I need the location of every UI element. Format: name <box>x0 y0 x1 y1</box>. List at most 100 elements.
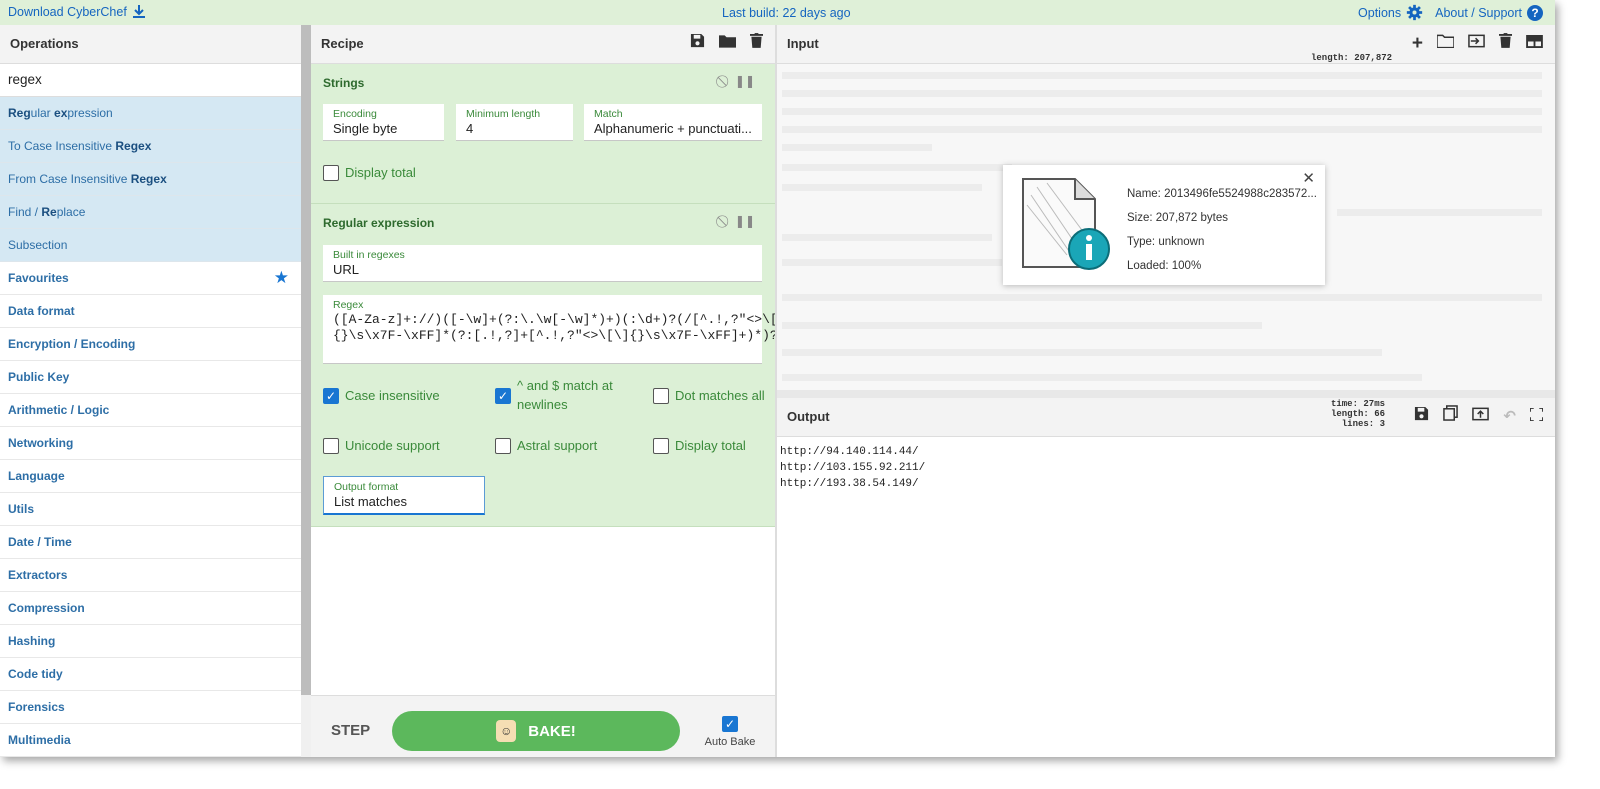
operation-result-item[interactable]: Find / Replace <box>0 196 301 229</box>
operation-category[interactable]: Encryption / Encoding <box>0 328 301 361</box>
multiline-checkbox[interactable]: ✓ ^ and $ match at newlines <box>495 376 625 414</box>
strings-display-total-checkbox[interactable]: Display total <box>323 163 416 182</box>
output-format-select[interactable]: Output format List matches <box>323 476 485 515</box>
clear-input-trash-icon[interactable] <box>1499 25 1512 63</box>
load-recipe-folder-icon[interactable] <box>719 25 736 63</box>
download-label: Download CyberChef <box>8 5 127 19</box>
category-label: Encryption / Encoding <box>8 337 136 351</box>
operation-result-item[interactable]: From Case Insensitive Regex <box>0 163 301 196</box>
bake-button[interactable]: ☺ BAKE! <box>392 711 680 751</box>
category-label: Language <box>8 469 65 483</box>
checkbox-box-checked[interactable]: ✓ <box>722 716 738 732</box>
operation-category[interactable]: Networking <box>0 427 301 460</box>
match-value: Alphanumeric + punctuati... <box>594 121 752 136</box>
recipe-panel: Recipe Strings ⃠ ❚❚ Encoding <box>311 25 793 757</box>
gear-icon <box>1406 4 1423 21</box>
output-text[interactable]: http://94.140.114.44/ http://103.155.92.… <box>780 444 925 492</box>
undo-icon[interactable]: ↶ <box>1503 398 1516 436</box>
checkbox-box[interactable] <box>653 388 669 404</box>
operation-result-item[interactable]: To Case Insensitive Regex <box>0 130 301 163</box>
replace-input-icon[interactable] <box>1472 398 1490 436</box>
save-output-icon[interactable] <box>1414 398 1429 436</box>
category-label: Public Key <box>8 370 70 384</box>
maximise-icon[interactable] <box>1529 398 1544 436</box>
copy-output-icon[interactable] <box>1443 398 1459 436</box>
star-icon: ★ <box>273 268 289 287</box>
regex-title: Regular expression <box>323 216 435 230</box>
operation-category[interactable]: Multimedia <box>0 724 301 757</box>
operation-result-text: ex <box>54 106 68 120</box>
bake-controls: STEP ☺ BAKE! ✓ Auto Bake <box>311 695 775 757</box>
add-tab-plus-icon[interactable]: + <box>1412 25 1423 63</box>
checkbox-box-checked[interactable]: ✓ <box>323 388 339 404</box>
output-panel: Output time: 27ms length: 66 lines: 3 ↶ <box>777 398 1555 757</box>
minimum-length-input[interactable]: Minimum length 4 <box>456 104 573 141</box>
open-file-icon[interactable] <box>1468 25 1485 63</box>
category-label: Arithmetic / Logic <box>8 403 110 417</box>
auto-bake-checkbox[interactable]: ✓ Auto Bake <box>703 716 757 748</box>
operation-category[interactable]: Arithmetic / Logic <box>0 394 301 427</box>
save-recipe-icon[interactable] <box>690 25 705 63</box>
operation-category[interactable]: Language <box>0 460 301 493</box>
category-label: Networking <box>8 436 74 450</box>
regex-value: ([A-Za-z]+://)([-\w]+(?:\.\w[-\w]*)+)(:\… <box>333 312 793 344</box>
top-banner: Download CyberChef Last build: 22 days a… <box>0 0 1555 25</box>
operation-result-item[interactable]: Subsection <box>0 229 301 262</box>
match-select[interactable]: Match Alphanumeric + punctuati... <box>584 104 762 141</box>
breakpoint-pause-icon[interactable]: ❚❚ <box>735 74 755 89</box>
checkbox-label: Astral support <box>517 438 598 453</box>
operation-category[interactable]: Public Key <box>0 361 301 394</box>
operation-category[interactable]: Favourites ★ <box>0 262 301 295</box>
checkbox-box[interactable] <box>323 165 339 181</box>
encoding-select[interactable]: Encoding Single byte <box>323 104 444 141</box>
layout-icon[interactable] <box>1526 25 1543 63</box>
regular-expression-operation[interactable]: Regular expression ⃠ ❚❚ Built in regexes… <box>311 204 793 527</box>
regex-line: {}\s\x7F-\xFF]*(?:[.!,?]+[^.!,?"<>\[\]{}… <box>333 328 778 343</box>
operation-result-text: Find / <box>8 205 42 219</box>
unicode-support-checkbox[interactable]: Unicode support <box>323 436 440 455</box>
checkbox-box[interactable] <box>495 438 511 454</box>
dot-matches-all-checkbox[interactable]: Dot matches all <box>653 386 765 405</box>
output-format-value: List matches <box>334 494 407 509</box>
operation-category[interactable]: Date / Time <box>0 526 301 559</box>
about-support-link[interactable]: About / Support ? <box>1435 4 1543 21</box>
operation-category[interactable]: Extractors <box>0 559 301 592</box>
category-label: Data format <box>8 304 75 318</box>
checkbox-box-checked[interactable]: ✓ <box>495 388 511 404</box>
strings-operation[interactable]: Strings ⃠ ❚❚ Encoding Single byte Minimu… <box>311 64 775 204</box>
operation-result-text: Re <box>41 205 57 219</box>
output-line: http://94.140.114.44/ <box>780 446 919 458</box>
case-insensitive-checkbox[interactable]: ✓ Case insensitive <box>323 386 440 405</box>
download-icon <box>132 5 145 18</box>
operation-category[interactable]: Forensics <box>0 691 301 724</box>
file-name: Name: 2013496fe5524988c283572... <box>1127 188 1317 200</box>
step-button[interactable]: STEP <box>331 722 370 739</box>
io-resize-handle[interactable] <box>777 390 1555 398</box>
input-content-blurred[interactable]: Name: 2013496fe5524988c283572... Size: 2… <box>777 64 1555 390</box>
output-stats: time: 27ms length: 66 lines: 3 <box>1331 399 1385 429</box>
operations-search-input[interactable]: regex <box>0 64 301 97</box>
operation-category[interactable]: Compression <box>0 592 301 625</box>
clear-recipe-trash-icon[interactable] <box>750 25 763 63</box>
options-link[interactable]: Options <box>1358 4 1423 21</box>
checkbox-box[interactable] <box>323 438 339 454</box>
breakpoint-pause-icon[interactable]: ❚❚ <box>735 214 755 229</box>
built-in-regexes-select[interactable]: Built in regexes URL <box>323 245 762 282</box>
operation-category[interactable]: Data format <box>0 295 301 328</box>
regex-display-total-checkbox[interactable]: Display total <box>653 436 746 455</box>
regex-textarea[interactable]: Regex ([A-Za-z]+://)([-\w]+(?:\.\w[-\w]*… <box>323 295 793 364</box>
close-icon[interactable]: ✕ <box>1302 169 1315 187</box>
astral-support-checkbox[interactable]: Astral support <box>495 436 597 455</box>
operation-category[interactable]: Utils <box>0 493 301 526</box>
operations-scrollbar[interactable] <box>301 25 311 695</box>
operation-category[interactable]: Code tidy <box>0 658 301 691</box>
operation-result-item[interactable]: Regular expression <box>0 97 301 130</box>
checkbox-label: Case insensitive <box>345 388 440 403</box>
operation-result-text: pression <box>67 106 113 120</box>
operation-category[interactable]: Hashing <box>0 625 301 658</box>
download-link[interactable]: Download CyberChef <box>8 5 145 19</box>
built-in-regexes-label: Built in regexes <box>333 249 405 261</box>
open-folder-icon[interactable] <box>1436 25 1455 63</box>
length-label: length: <box>1330 409 1369 419</box>
checkbox-box[interactable] <box>653 438 669 454</box>
